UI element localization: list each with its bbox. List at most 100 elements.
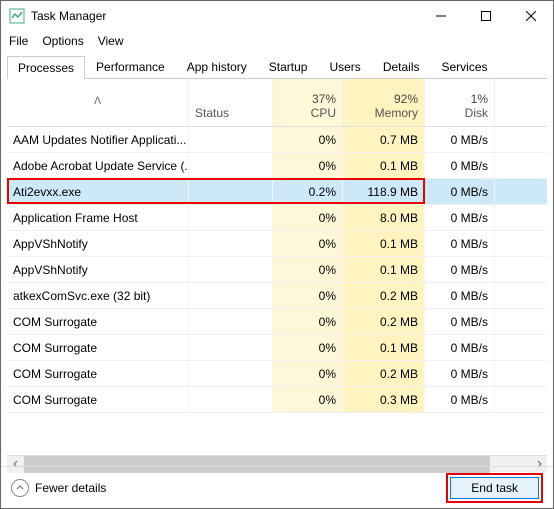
- menu-file[interactable]: File: [9, 34, 28, 48]
- column-name[interactable]: ᐱ: [7, 79, 189, 126]
- table-row[interactable]: Adobe Acrobat Update Service (... 0%0.1 M…: [7, 153, 547, 179]
- table-header: ᐱ Status 37% CPU 92% Memory 1% Disk: [7, 79, 547, 127]
- column-status[interactable]: Status: [189, 79, 273, 126]
- cell-memory: 0.1 MB: [343, 231, 425, 256]
- process-rows: AAM Updates Notifier Applicati...0%0.7 M…: [7, 127, 547, 441]
- end-task-button[interactable]: End task: [450, 477, 539, 499]
- cell-status: [189, 127, 273, 152]
- cell-status: [189, 153, 273, 178]
- cell-memory: 118.9 MB: [343, 179, 425, 204]
- menu-options[interactable]: Options: [42, 34, 83, 48]
- cell-name: atkexComSvc.exe (32 bit): [7, 283, 189, 308]
- minimize-button[interactable]: [418, 1, 463, 31]
- window-controls: [418, 1, 553, 31]
- cell-status: [189, 387, 273, 412]
- cell-cpu: 0%: [273, 309, 343, 334]
- task-manager-icon: [9, 8, 25, 24]
- cell-cpu: 0%: [273, 335, 343, 360]
- footer: Fewer details End task: [1, 466, 553, 508]
- menu-view[interactable]: View: [98, 34, 124, 48]
- column-memory[interactable]: 92% Memory: [343, 79, 425, 126]
- cell-disk: 0 MB/s: [425, 361, 495, 386]
- cell-disk: 0 MB/s: [425, 179, 495, 204]
- sort-ascending-icon: ᐱ: [13, 96, 182, 107]
- table-row[interactable]: AppVShNotify 0%0.1 MB0 MB/s: [7, 231, 547, 257]
- cell-cpu: 0.2%: [273, 179, 343, 204]
- tab-startup[interactable]: Startup: [258, 55, 319, 78]
- cell-disk: 0 MB/s: [425, 153, 495, 178]
- cell-memory: 0.1 MB: [343, 335, 425, 360]
- cell-cpu: 0%: [273, 127, 343, 152]
- cell-disk: 0 MB/s: [425, 335, 495, 360]
- cell-status: [189, 205, 273, 230]
- cell-cpu: 0%: [273, 283, 343, 308]
- cell-memory: 0.2 MB: [343, 283, 425, 308]
- cell-name: Application Frame Host: [7, 205, 189, 230]
- tab-users[interactable]: Users: [318, 55, 371, 78]
- cell-memory: 0.1 MB: [343, 153, 425, 178]
- cell-disk: 0 MB/s: [425, 257, 495, 282]
- cell-name: AppVShNotify: [7, 257, 189, 282]
- cell-status: [189, 335, 273, 360]
- cell-cpu: 0%: [273, 361, 343, 386]
- table-row[interactable]: COM Surrogate 0%0.2 MB0 MB/s: [7, 361, 547, 387]
- cell-name: COM Surrogate: [7, 361, 189, 386]
- cell-name: COM Surrogate: [7, 335, 189, 360]
- cell-status: [189, 257, 273, 282]
- close-button[interactable]: [508, 1, 553, 31]
- table-row[interactable]: AppVShNotify 0%0.1 MB0 MB/s: [7, 257, 547, 283]
- cell-cpu: 0%: [273, 205, 343, 230]
- menubar: File Options View: [1, 31, 553, 51]
- cell-disk: 0 MB/s: [425, 127, 495, 152]
- cell-status: [189, 283, 273, 308]
- cell-cpu: 0%: [273, 231, 343, 256]
- table-row[interactable]: COM Surrogate 0%0.1 MB0 MB/s: [7, 335, 547, 361]
- cell-status: [189, 309, 273, 334]
- cell-status: [189, 179, 273, 204]
- cell-name: COM Surrogate: [7, 309, 189, 334]
- cell-memory: 0.2 MB: [343, 309, 425, 334]
- tab-details[interactable]: Details: [372, 55, 431, 78]
- tabs: Processes Performance App history Startu…: [7, 55, 547, 79]
- table-row[interactable]: COM Surrogate 0%0.3 MB0 MB/s: [7, 387, 547, 413]
- cell-memory: 0.1 MB: [343, 257, 425, 282]
- process-table: ᐱ Status 37% CPU 92% Memory 1% Disk AAM …: [7, 79, 547, 455]
- titlebar: Task Manager: [1, 1, 553, 31]
- table-row[interactable]: AAM Updates Notifier Applicati... 0%0.7 M…: [7, 127, 547, 153]
- fewer-details-label: Fewer details: [35, 481, 106, 495]
- cell-status: [189, 361, 273, 386]
- tab-processes[interactable]: Processes: [7, 56, 85, 79]
- cell-status: [189, 231, 273, 256]
- cell-disk: 0 MB/s: [425, 387, 495, 412]
- table-row[interactable]: atkexComSvc.exe (32 bit) 0%0.2 MB0 MB/s: [7, 283, 547, 309]
- cell-name: AAM Updates Notifier Applicati...: [7, 127, 189, 152]
- fewer-details-button[interactable]: Fewer details: [11, 479, 106, 497]
- column-cpu[interactable]: 37% CPU: [273, 79, 343, 126]
- cell-name: AppVShNotify: [7, 231, 189, 256]
- cell-name: Adobe Acrobat Update Service (...: [7, 153, 189, 178]
- table-row[interactable]: COM Surrogate 0%0.2 MB0 MB/s: [7, 309, 547, 335]
- cell-disk: 0 MB/s: [425, 283, 495, 308]
- window-title: Task Manager: [31, 9, 418, 23]
- cell-memory: 8.0 MB: [343, 205, 425, 230]
- cell-name: Ati2evxx.exe: [7, 179, 189, 204]
- cell-cpu: 0%: [273, 257, 343, 282]
- chevron-up-icon: [11, 479, 29, 497]
- column-disk[interactable]: 1% Disk: [425, 79, 495, 126]
- cell-memory: 0.7 MB: [343, 127, 425, 152]
- cell-memory: 0.2 MB: [343, 361, 425, 386]
- table-row[interactable]: Ati2evxx.exe 0.2%118.9 MB0 MB/s: [7, 179, 547, 205]
- tab-app-history[interactable]: App history: [176, 55, 258, 78]
- end-task-highlight: End task: [446, 473, 543, 503]
- cell-cpu: 0%: [273, 387, 343, 412]
- cell-disk: 0 MB/s: [425, 205, 495, 230]
- cell-memory: 0.3 MB: [343, 387, 425, 412]
- tab-performance[interactable]: Performance: [85, 55, 176, 78]
- table-row[interactable]: Application Frame Host 0%8.0 MB0 MB/s: [7, 205, 547, 231]
- cell-cpu: 0%: [273, 153, 343, 178]
- tab-services[interactable]: Services: [431, 55, 499, 78]
- cell-disk: 0 MB/s: [425, 309, 495, 334]
- maximize-button[interactable]: [463, 1, 508, 31]
- cell-name: COM Surrogate: [7, 387, 189, 412]
- cell-disk: 0 MB/s: [425, 231, 495, 256]
